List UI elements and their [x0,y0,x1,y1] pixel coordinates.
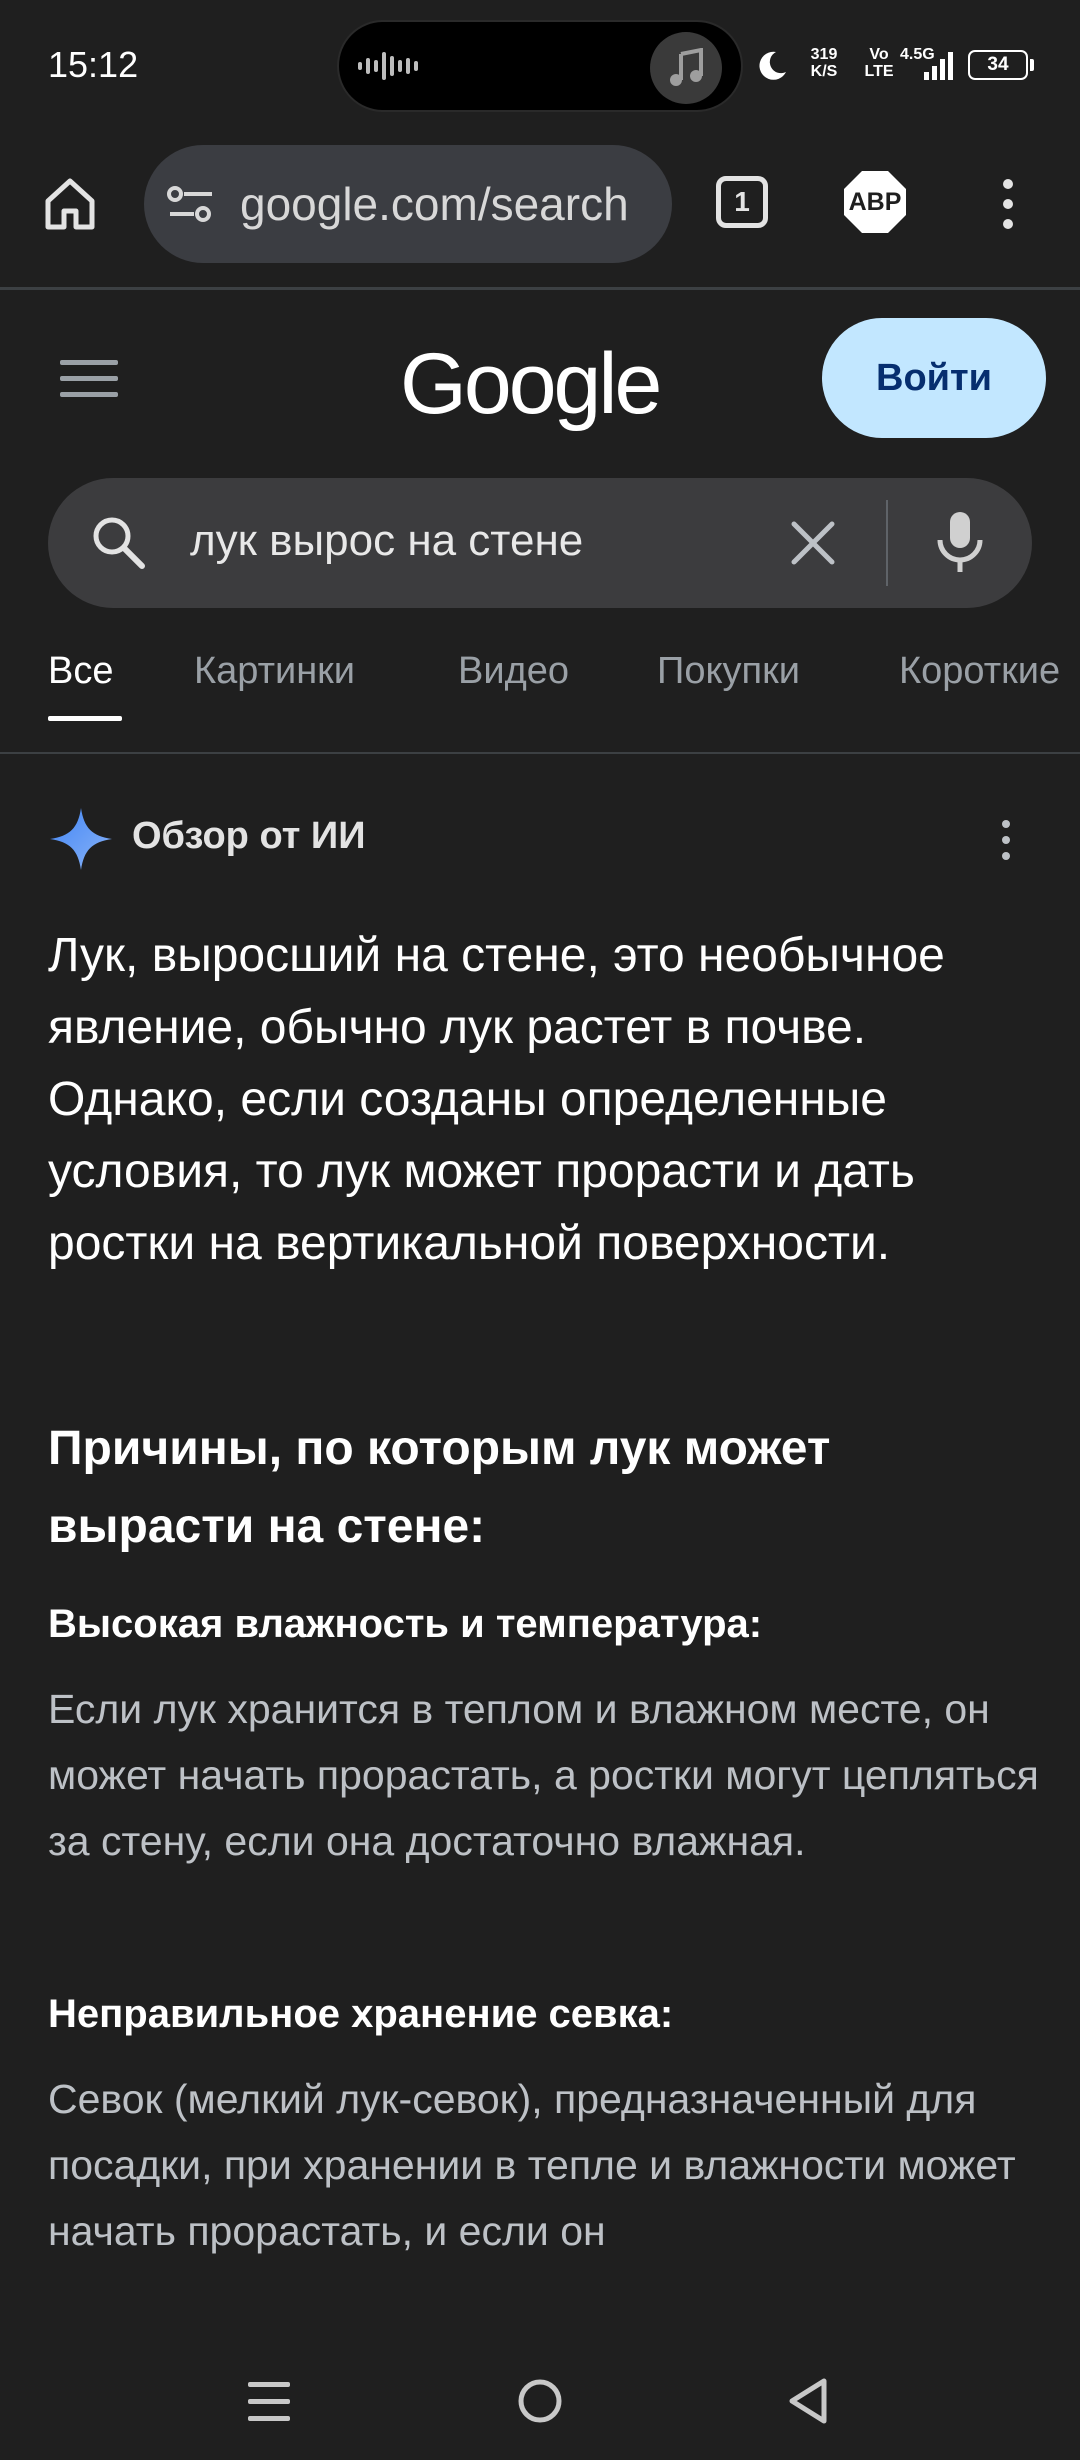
audio-wave-icon [358,52,418,80]
ai-overview-heading: Причины, по которым лук может вырасти на… [48,1422,831,1553]
reason-text: Если лук хранится в теплом и влажном мес… [48,1686,1039,1864]
recent-apps-icon[interactable] [248,2380,290,2424]
ai-overview-intro: Лук, выросший на стене, это необычное яв… [48,929,945,1270]
reason-text: Севок (мелкий лук-севок), предназначенны… [48,2076,1016,2254]
search-divider [886,500,888,586]
search-tabs: Все Картинки Видео Покупки Короткие [0,650,1080,750]
more-vert-icon[interactable] [998,818,1014,862]
tab-shorts[interactable]: Короткие [899,650,1060,693]
tab-shopping[interactable]: Покупки [657,650,800,693]
home-icon[interactable] [40,173,100,233]
battery-icon: 34 [968,50,1028,80]
clear-icon[interactable] [790,520,836,566]
hamburger-menu-icon[interactable] [60,358,118,400]
url-text[interactable]: google.com/search [240,177,648,231]
back-icon[interactable] [786,2376,830,2426]
search-icon [93,517,145,569]
reason-title: Неправильное хранение севка: [48,1992,674,2036]
tab-all[interactable]: Все [48,650,113,693]
divider [0,752,1080,754]
network-speed: 319 K/S [810,46,838,80]
site-settings-icon[interactable] [166,183,216,225]
search-input[interactable] [190,516,750,566]
more-vert-icon[interactable] [998,178,1018,230]
active-tab-indicator [48,716,122,721]
ai-overview-title: Обзор от ИИ [132,815,366,857]
moon-icon [759,51,786,80]
divider [0,287,1080,290]
adblock-icon[interactable]: ABP [842,169,908,235]
home-nav-icon[interactable] [515,2376,565,2426]
microphone-icon[interactable] [935,510,985,576]
battery-tip [1030,59,1034,71]
tab-images[interactable]: Картинки [194,650,355,693]
volte-indicator: Vo LTE [864,46,894,80]
sign-in-button[interactable]: Войти [822,318,1046,438]
google-logo[interactable]: Google [400,335,662,434]
status-time: 15:12 [48,44,139,85]
tab-video[interactable]: Видео [458,650,569,693]
reason-title: Высокая влажность и температура: [48,1602,763,1646]
tab-switcher-button[interactable]: 1 [716,176,768,228]
signal-icon [924,52,953,80]
gemini-sparkle-icon [50,808,112,870]
music-note-icon[interactable] [650,32,722,104]
